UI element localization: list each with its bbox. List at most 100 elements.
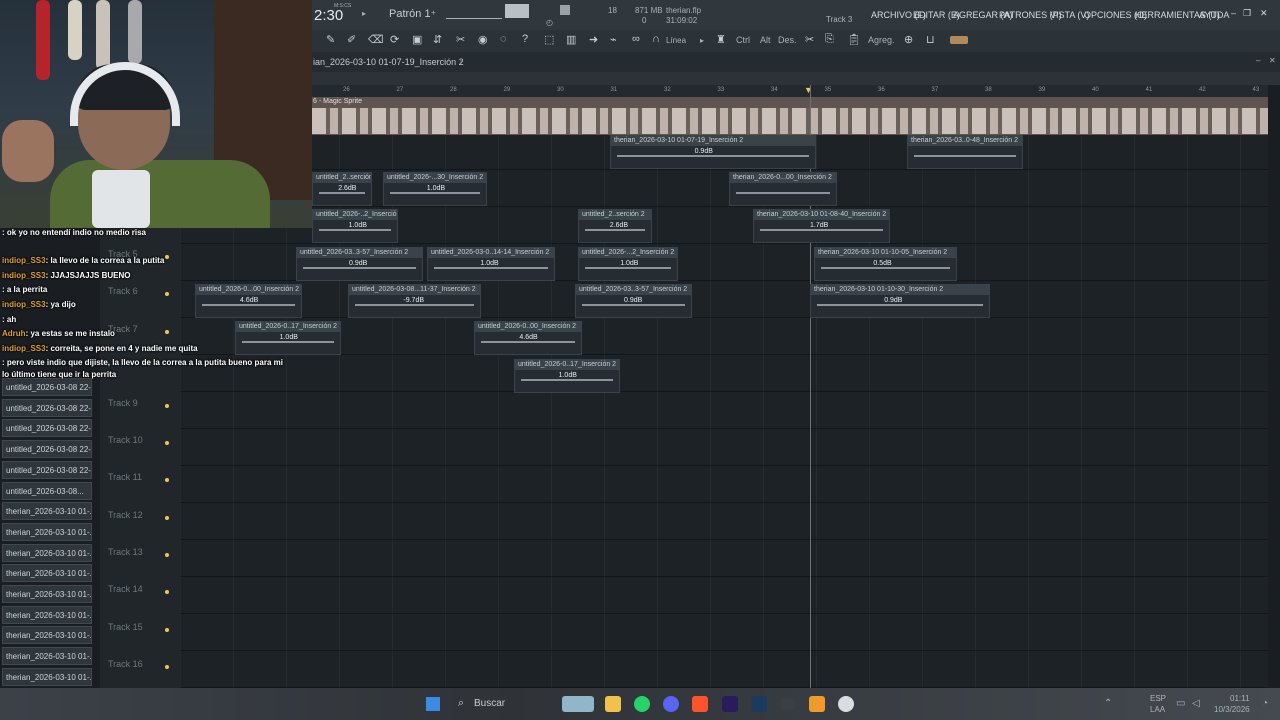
- audio-clip[interactable]: untitled_2026-03..3-57_Inserción 2 0.9dB: [296, 247, 423, 281]
- panel-close-icon[interactable]: ✕: [1269, 56, 1276, 65]
- network-icon[interactable]: ▭: [1176, 698, 1185, 709]
- draw-tool-icon[interactable]: ✎: [326, 33, 335, 46]
- picker-item[interactable]: therian_2026-03-10 01-...: [2, 522, 92, 541]
- search-icon[interactable]: ⌕: [458, 697, 464, 710]
- restore-icon[interactable]: ❐: [1243, 8, 1251, 19]
- breadcrumb[interactable]: ian_2026-03-10 01-07-19_Inserción 2: [313, 57, 464, 67]
- snap-chevron-icon[interactable]: ▸: [700, 36, 704, 45]
- playhead-marker-icon[interactable]: ▼: [804, 85, 813, 95]
- lang-primary[interactable]: ESP: [1150, 694, 1166, 703]
- audio-clip[interactable]: untitled_2026-0..00_Inserción 2 4.6dB: [474, 321, 582, 355]
- audio-clip[interactable]: therian_2026-03..0-48_Inserción 2: [907, 135, 1023, 169]
- picker-item[interactable]: therian_2026-03-10 01-...: [2, 626, 92, 645]
- slice-tool-icon[interactable]: ✂: [456, 33, 465, 46]
- slip-tool-icon[interactable]: ⇵: [433, 33, 442, 46]
- track-active-dot[interactable]: [165, 516, 169, 520]
- track-label[interactable]: Track 10: [108, 435, 143, 445]
- timeline-ruler[interactable]: 26 27 28 29 30 31 32 33 34 35 36 37 38 39 40 41 42 43: [312, 85, 1268, 97]
- picker-item[interactable]: therian_2026-03-10 01-...: [2, 647, 92, 666]
- track-label[interactable]: Track 13: [108, 547, 143, 557]
- chat-username[interactable]: indiop_SS3: [2, 300, 46, 309]
- copy-icon[interactable]: ⎘: [825, 33, 834, 46]
- picker-item[interactable]: therian_2026-03-10 01-...: [2, 502, 92, 521]
- audio-clip[interactable]: therian_2026-0...00_Inserción 2: [729, 172, 837, 206]
- chat-username[interactable]: Adruh: [2, 329, 26, 338]
- brave-icon[interactable]: [692, 696, 708, 712]
- picker-item[interactable]: untitled_2026-03-08 22-...: [2, 460, 92, 479]
- audio-clip[interactable]: untitled_2026-..2_Inserción 2 1.0dB: [312, 209, 398, 243]
- overview-strip[interactable]: [312, 72, 1280, 85]
- picker-item[interactable]: therian_2026-03-10 01-...: [2, 564, 92, 583]
- track-label[interactable]: Track 11: [108, 472, 142, 482]
- picker-item[interactable]: untitled_2026-03-08 22-...: [2, 398, 92, 417]
- snap-selector[interactable]: Línea: [666, 36, 686, 45]
- pattern-selector[interactable]: Patrón 1: [389, 8, 431, 20]
- picker-item[interactable]: therian_2026-03-10 01-...: [2, 585, 92, 603]
- audio-clip[interactable]: therian_2026-03-10 01-08-40_Inserción 2 1…: [753, 209, 890, 243]
- link-icon[interactable]: ∞: [632, 33, 640, 45]
- audio-clip[interactable]: untitled_2026-0..17_Inserción 2 1.0dB: [514, 359, 620, 393]
- clock-time[interactable]: 01:11: [1230, 694, 1249, 703]
- notifications-icon[interactable]: ◔: [1262, 698, 1268, 709]
- paint-tool-icon[interactable]: ✐: [347, 33, 356, 46]
- chat-username[interactable]: indiop_SS3: [2, 271, 46, 280]
- magnet-icon[interactable]: ∩: [652, 33, 660, 45]
- pitch-knob-icon[interactable]: [560, 5, 570, 15]
- whatsapp-icon[interactable]: [634, 696, 650, 712]
- menu-help[interactable]: AYUDA: [1199, 10, 1229, 20]
- ctrl-toggle[interactable]: Ctrl: [736, 35, 750, 45]
- volume-icon[interactable]: ◁: [1192, 698, 1200, 709]
- close-icon[interactable]: ✕: [1260, 8, 1268, 19]
- magic-sprite-clip[interactable]: 6 - Magic Sprite: [312, 97, 1268, 135]
- chat-username[interactable]: indiop_SS3: [2, 344, 46, 353]
- track-active-dot[interactable]: [165, 404, 169, 408]
- audio-clip[interactable]: untitled_2026-03-08...11-37_Inserción 2 -…: [348, 284, 481, 318]
- picker-item[interactable]: therian_2026-03-10 01-...: [2, 667, 92, 686]
- minimize-icon[interactable]: –: [1231, 8, 1236, 18]
- stamp-icon[interactable]: ♜: [716, 33, 726, 46]
- color-swatch[interactable]: [950, 36, 968, 44]
- save-icon[interactable]: ▣: [412, 33, 422, 46]
- alt-toggle[interactable]: Alt: [760, 35, 771, 45]
- audio-clip[interactable]: untitled_2..serción 2 2.6dB: [578, 209, 652, 243]
- track-label[interactable]: Track 14: [108, 584, 143, 594]
- play-arrow-icon[interactable]: ▸: [362, 9, 366, 18]
- undo-toggle[interactable]: Des.: [778, 35, 797, 45]
- cart-icon[interactable]: ⊔: [926, 33, 935, 46]
- picker-item[interactable]: untitled_2026-03-08 22-...: [2, 419, 92, 438]
- picker-item[interactable]: therian_2026-03-10 01-...: [2, 605, 92, 624]
- track-active-dot[interactable]: [165, 553, 169, 557]
- photoshop-icon[interactable]: [751, 696, 767, 712]
- metronome-icon[interactable]: ◴: [546, 18, 553, 27]
- arrow-icon[interactable]: ➜: [589, 33, 598, 46]
- discord-icon[interactable]: [663, 696, 679, 712]
- breadcrumb-chevron-icon[interactable]: ›: [460, 57, 463, 66]
- track-active-dot[interactable]: [165, 590, 169, 594]
- track-active-dot[interactable]: [165, 628, 169, 632]
- add-toggle[interactable]: Agreg.: [868, 35, 895, 45]
- piano-icon[interactable]: ▥: [566, 33, 576, 46]
- audio-clip[interactable]: untitled_2026-03-0..14-14_Inserción 2 1.0…: [427, 247, 555, 281]
- audio-clip[interactable]: untitled_2..serción 2 2.6dB: [312, 172, 372, 206]
- audio-clip[interactable]: therian_2026-03-10 01-07-19_Inserción 2 0…: [610, 135, 816, 169]
- picker-item[interactable]: therian_2026-03-10 01-...: [2, 543, 92, 562]
- brush-icon[interactable]: ⌁: [610, 33, 617, 46]
- file-explorer-icon[interactable]: [605, 696, 621, 712]
- record-mic-icon[interactable]: ◉: [478, 33, 488, 46]
- fl-studio-icon[interactable]: [809, 696, 825, 712]
- track-label[interactable]: Track 12: [108, 510, 143, 520]
- panel-minimize-icon[interactable]: –: [1256, 56, 1260, 65]
- audio-clip[interactable]: untitled_2026-...30_Inserción 2 1.0dB: [383, 172, 487, 206]
- lang-secondary[interactable]: LAA: [1150, 705, 1165, 714]
- track-label[interactable]: Track 15: [108, 622, 143, 632]
- tray-chevron-icon[interactable]: ⌃: [1104, 698, 1112, 709]
- premiere-icon[interactable]: [722, 696, 738, 712]
- track-label[interactable]: Track 16: [108, 659, 143, 669]
- track-label[interactable]: Track 9: [108, 398, 138, 408]
- track-active-dot[interactable]: [165, 665, 169, 669]
- cut-icon[interactable]: ✂: [805, 33, 814, 46]
- clock-date[interactable]: 10/3/2026: [1214, 705, 1250, 714]
- settings-icon[interactable]: [838, 696, 854, 712]
- track-active-dot[interactable]: [165, 441, 169, 445]
- audio-clip[interactable]: therian_2026-03-10 01-10-05_Inserción 2 0…: [814, 247, 957, 281]
